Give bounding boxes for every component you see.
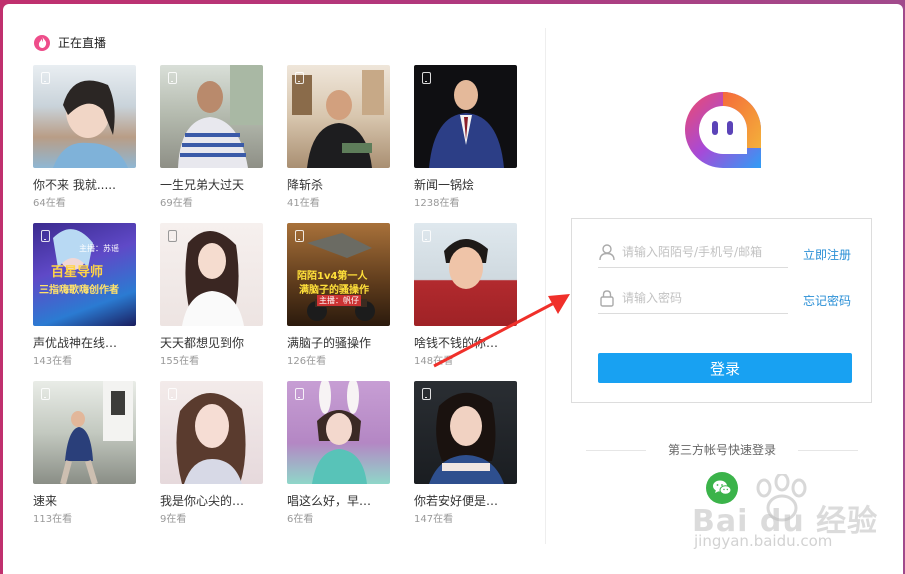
stream-card[interactable]: 你不来 我就..... 64在看: [33, 65, 136, 209]
stream-name[interactable]: 天天都想见到你: [160, 334, 263, 351]
stream-card[interactable]: 降斩杀 41在看: [287, 65, 390, 209]
stream-thumbnail[interactable]: [33, 65, 136, 168]
stream-card[interactable]: 唱这么好，早… 6在看: [287, 381, 390, 525]
stream-name[interactable]: 唱这么好，早…: [287, 492, 390, 509]
viewer-count: 143在看: [33, 356, 73, 367]
password-field[interactable]: [598, 283, 788, 314]
stream-card[interactable]: 陌陌1v4第一人 满脑子的骚操作 主播：帆仔 满脑子的骚操作 126在看: [287, 223, 390, 367]
password-input[interactable]: [622, 291, 782, 305]
stream-name[interactable]: 你若安好便是…: [414, 492, 517, 509]
mobile-live-icon: [422, 230, 431, 242]
viewer-count: 41在看: [287, 198, 320, 209]
stream-thumbnail[interactable]: [287, 381, 390, 484]
mobile-live-icon: [168, 388, 177, 400]
live-title-text: 正在直播: [58, 36, 107, 50]
stream-thumbnail[interactable]: 陌陌1v4第一人 满脑子的骚操作 主播：帆仔: [287, 223, 390, 326]
stream-card[interactable]: 一生兄弟大过天 69在看: [160, 65, 263, 209]
stream-name[interactable]: 一生兄弟大过天: [160, 176, 263, 193]
viewer-count: 69在看: [160, 198, 193, 209]
momo-logo-icon: [681, 88, 765, 172]
mobile-live-icon: [422, 388, 431, 400]
viewer-count: 6在看: [287, 514, 314, 525]
viewer-count: 113在看: [33, 514, 73, 525]
mobile-live-icon: [295, 230, 304, 242]
flame-icon: [34, 34, 50, 51]
stream-thumbnail[interactable]: [33, 381, 136, 484]
thumb-caption: 主播：苏谣: [79, 244, 119, 253]
mobile-live-icon: [168, 72, 177, 84]
thumb-caption: 满脑子的骚操作: [299, 285, 369, 296]
third-party-login: 第三方帐号快速登录: [586, 441, 858, 461]
viewer-count: 1238在看: [414, 198, 460, 209]
thumb-caption: 主播：帆仔: [317, 295, 361, 306]
stream-card[interactable]: 天天都想见到你 155在看: [160, 223, 263, 367]
stream-thumbnail[interactable]: [414, 381, 517, 484]
viewer-count: 9在看: [160, 514, 187, 525]
mobile-live-icon: [422, 72, 431, 84]
stream-name[interactable]: 降斩杀: [287, 176, 390, 193]
stream-name[interactable]: 声优战神在线…: [33, 334, 136, 351]
stream-card[interactable]: 新闻一锅烩 1238在看: [414, 65, 517, 209]
viewer-count: 147在看: [414, 514, 454, 525]
login-form: 立即注册 忘记密码 登录: [571, 218, 872, 403]
stream-thumbnail[interactable]: [160, 223, 263, 326]
stream-card[interactable]: 主播：苏谣 百星导师 三指嗨歌嗨创作者 声优战神在线… 143在看: [33, 223, 136, 367]
baidu-watermark: Bai du 经验 jingyan.baidu.com: [692, 472, 892, 558]
thumb-caption: 三指嗨歌嗨创作者: [39, 285, 119, 296]
mobile-live-icon: [41, 388, 50, 400]
stream-name[interactable]: 速来: [33, 492, 136, 509]
stream-card[interactable]: 你若安好便是… 147在看: [414, 381, 517, 525]
account-field[interactable]: [598, 237, 788, 268]
stream-thumbnail[interactable]: [160, 381, 263, 484]
forgot-password-link[interactable]: 忘记密码: [803, 292, 851, 309]
red-arrow-annotation: [433, 294, 570, 368]
mobile-live-icon: [168, 230, 177, 242]
stream-thumbnail[interactable]: [287, 65, 390, 168]
mobile-live-icon: [41, 72, 50, 84]
stream-name[interactable]: 你不来 我就.....: [33, 176, 136, 193]
account-input[interactable]: [622, 245, 782, 259]
vertical-divider: [545, 28, 546, 544]
viewer-count: 64在看: [33, 198, 66, 209]
viewer-count: 155在看: [160, 356, 200, 367]
thumb-caption: 百星导师: [51, 265, 104, 280]
watermark-url: jingyan.baidu.com: [694, 532, 833, 550]
mobile-live-icon: [41, 230, 50, 242]
mobile-live-icon: [295, 72, 304, 84]
stream-thumbnail[interactable]: [414, 65, 517, 168]
stream-card[interactable]: 速来 113在看: [33, 381, 136, 525]
thumb-caption: 陌陌1v4第一人: [297, 271, 368, 282]
lock-icon: [600, 290, 614, 307]
stream-card[interactable]: 我是你心尖的… 9在看: [160, 381, 263, 525]
user-icon: [599, 244, 615, 261]
stream-thumbnail[interactable]: [160, 65, 263, 168]
divider-line: [798, 450, 858, 451]
mobile-live-icon: [295, 388, 304, 400]
live-section-title: 正在直播: [34, 34, 106, 51]
stream-thumbnail[interactable]: 主播：苏谣 百星导师 三指嗨歌嗨创作者: [33, 223, 136, 326]
viewer-count: 126在看: [287, 356, 327, 367]
login-button[interactable]: 登录: [598, 353, 852, 383]
stream-name[interactable]: 满脑子的骚操作: [287, 334, 390, 351]
stream-name[interactable]: 新闻一锅烩: [414, 176, 517, 193]
register-link[interactable]: 立即注册: [803, 246, 851, 263]
stream-name[interactable]: 我是你心尖的…: [160, 492, 263, 509]
